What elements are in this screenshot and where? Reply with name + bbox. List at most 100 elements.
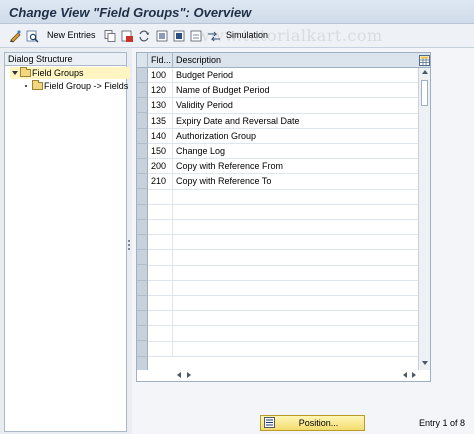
- pencil-glasses-icon: [10, 30, 21, 43]
- position-grid-icon: [264, 417, 275, 428]
- table-settings-icon[interactable]: [419, 55, 430, 66]
- field-group-cell: 120: [148, 83, 173, 99]
- field-group-cell: [148, 326, 173, 342]
- scroll-right-icon[interactable]: [187, 372, 191, 378]
- dialog-structure-header: Dialog Structure: [5, 53, 126, 66]
- empty-table-row[interactable]: [148, 220, 418, 236]
- row-selector[interactable]: [137, 250, 148, 266]
- scroll-right-end-icon[interactable]: [412, 372, 416, 378]
- field-group-cell: 130: [148, 98, 173, 114]
- row-selector[interactable]: [137, 266, 148, 281]
- table-row[interactable]: 130 Validity Period: [148, 98, 418, 114]
- description-cell: Budget Period: [176, 70, 234, 80]
- row-selector[interactable]: [137, 83, 148, 99]
- table-header: Fld... Description: [137, 53, 430, 68]
- description-cell: Change Log: [176, 146, 226, 156]
- row-selector[interactable]: [137, 159, 148, 175]
- tree-item-field-groups[interactable]: Field Groups: [10, 67, 130, 79]
- empty-table-row[interactable]: [148, 341, 418, 357]
- field-group-cell: 150: [148, 144, 173, 159]
- row-selector[interactable]: [137, 190, 148, 205]
- select-block-icon: [173, 30, 185, 42]
- field-group-cell: [148, 189, 173, 205]
- new-entries-button[interactable]: New Entries: [47, 30, 96, 40]
- row-selector[interactable]: [137, 98, 148, 114]
- empty-table-row[interactable]: [148, 296, 418, 312]
- undo-change-button[interactable]: [136, 28, 152, 44]
- column-header-description[interactable]: Description: [173, 53, 418, 68]
- select-all-button[interactable]: [154, 28, 170, 44]
- deselect-all-button[interactable]: [188, 28, 204, 44]
- entry-counter: Entry 1 of 8: [419, 418, 466, 428]
- field-group-cell: [148, 235, 173, 251]
- display-change-button[interactable]: [8, 28, 24, 44]
- select-all-icon: [156, 30, 168, 42]
- table-row[interactable]: 100 Budget Period: [148, 68, 418, 84]
- pane-splitter[interactable]: [128, 240, 131, 254]
- field-group-cell: 140: [148, 128, 173, 144]
- description-cell: [173, 266, 418, 281]
- deselect-all-icon: [190, 30, 202, 42]
- row-selector[interactable]: [137, 114, 148, 129]
- find-document-icon: [26, 30, 39, 43]
- tree-item-label: Field Groups: [32, 68, 84, 78]
- empty-table-row[interactable]: [148, 235, 418, 251]
- description-cell: Expiry Date and Reversal Date: [176, 115, 300, 126]
- row-selector[interactable]: [137, 174, 148, 190]
- position-button-label: Position...: [298, 418, 339, 428]
- empty-table-row[interactable]: [148, 265, 418, 281]
- table-row[interactable]: 200 Copy with Reference From: [148, 159, 418, 175]
- empty-table-row[interactable]: [148, 326, 418, 342]
- table-row[interactable]: 135 Expiry Date and Reversal Date: [148, 113, 418, 129]
- row-selector[interactable]: [137, 342, 148, 357]
- other-view-button[interactable]: [24, 28, 40, 44]
- select-all-column-header[interactable]: [137, 53, 148, 68]
- field-group-cell: 210: [148, 174, 173, 190]
- description-cell: [173, 190, 418, 205]
- table-row[interactable]: 210 Copy with Reference To: [148, 174, 418, 190]
- tree-bullet-icon: [25, 85, 27, 87]
- scroll-down-icon[interactable]: [422, 361, 428, 365]
- scroll-thumb[interactable]: [421, 80, 428, 106]
- description-cell: [173, 205, 418, 220]
- row-selector[interactable]: [137, 68, 148, 83]
- field-group-cell: 200: [148, 159, 173, 175]
- delete-button[interactable]: [119, 28, 135, 44]
- description-cell: [173, 326, 418, 341]
- tree-item-label: Field Group -> Fields: [44, 81, 129, 91]
- expand-triangle-icon[interactable]: [12, 71, 18, 75]
- empty-table-row[interactable]: [148, 250, 418, 266]
- row-selector[interactable]: [137, 129, 148, 144]
- empty-table-row[interactable]: [148, 189, 418, 205]
- simulation-label[interactable]: Simulation: [226, 30, 268, 40]
- tree-item-field-group-fields[interactable]: Field Group -> Fields: [25, 80, 128, 92]
- simulation-button[interactable]: [206, 28, 222, 44]
- position-button[interactable]: Position...: [260, 415, 365, 431]
- table-row[interactable]: 140 Authorization Group: [148, 128, 418, 144]
- row-selector[interactable]: [137, 311, 148, 327]
- empty-table-row[interactable]: [148, 280, 418, 296]
- vertical-scrollbar[interactable]: [418, 68, 430, 370]
- empty-table-row[interactable]: [148, 204, 418, 220]
- scroll-left-end-icon[interactable]: [403, 372, 407, 378]
- row-selector[interactable]: [137, 296, 148, 311]
- empty-table-row[interactable]: [148, 311, 418, 327]
- table-row[interactable]: 150 Change Log: [148, 144, 418, 160]
- delete-icon: [121, 30, 133, 42]
- table-row[interactable]: 120 Name of Budget Period: [148, 83, 418, 99]
- field-group-cell: [148, 296, 173, 311]
- column-header-field-group[interactable]: Fld...: [148, 53, 173, 68]
- scroll-left-icon[interactable]: [177, 372, 181, 378]
- description-cell: [173, 281, 418, 296]
- description-cell: Copy with Reference To: [176, 176, 272, 187]
- row-selector[interactable]: [137, 281, 148, 296]
- select-block-button[interactable]: [171, 28, 187, 44]
- row-selector[interactable]: [137, 205, 148, 220]
- horizontal-scrollbar[interactable]: [175, 369, 418, 381]
- scroll-up-icon[interactable]: [422, 70, 428, 74]
- row-selector[interactable]: [137, 220, 148, 235]
- row-selector[interactable]: [137, 326, 148, 342]
- row-selector[interactable]: [137, 235, 148, 251]
- copy-as-button[interactable]: [102, 28, 118, 44]
- row-selector[interactable]: [137, 144, 148, 159]
